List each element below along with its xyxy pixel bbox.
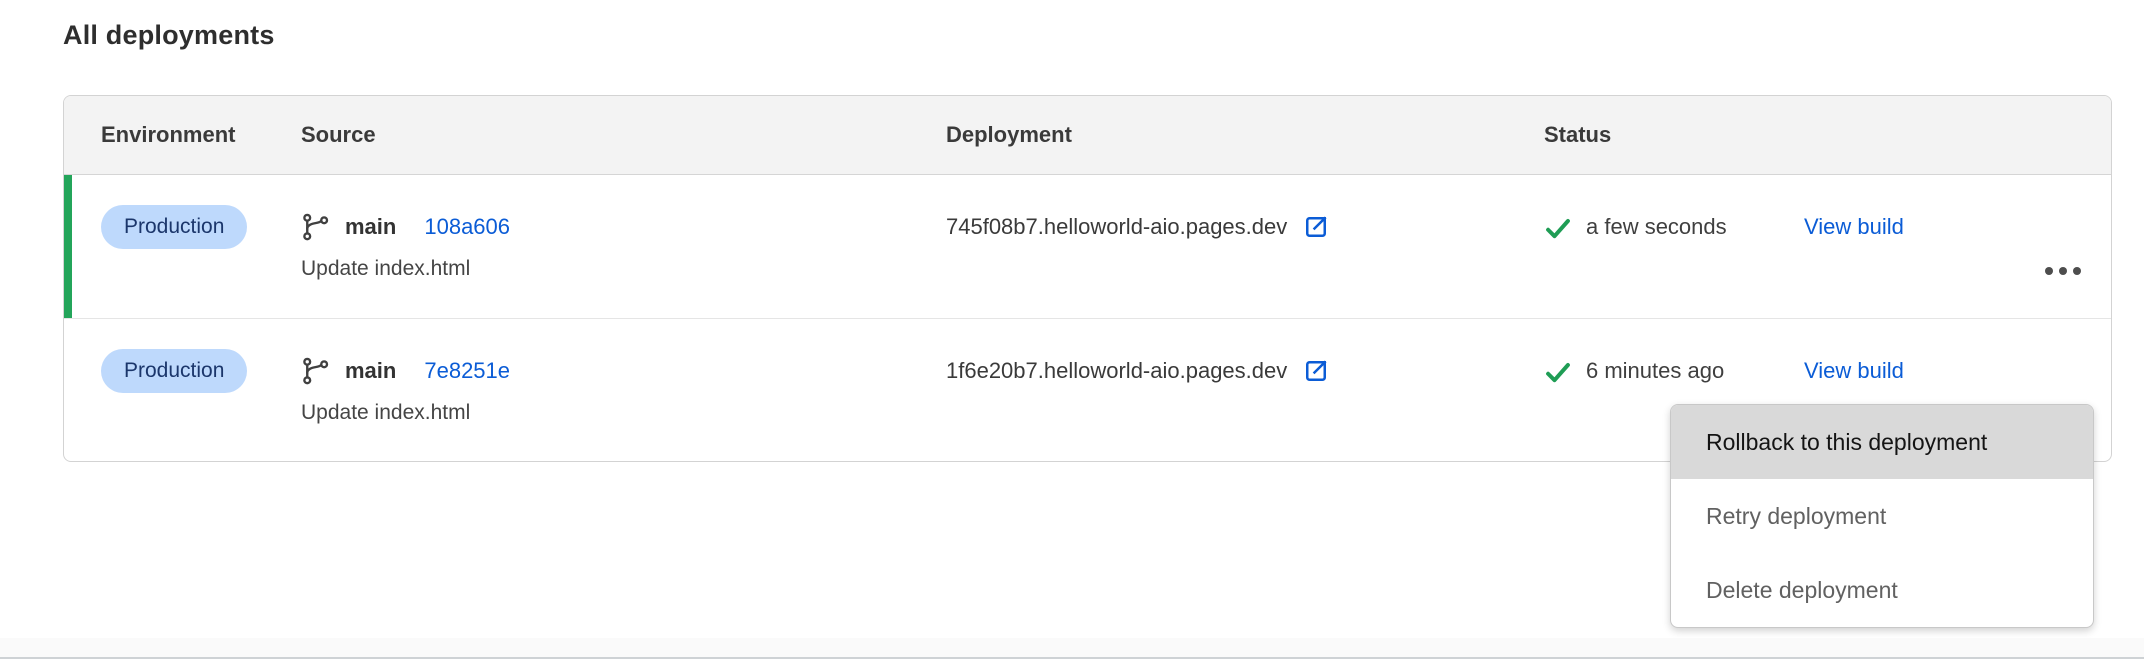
menu-item-retry[interactable]: Retry deployment bbox=[1671, 479, 2093, 553]
source-cell: main 108a606 Update index.html bbox=[301, 175, 946, 318]
deployment-url: 1f6e20b7.helloworld-aio.pages.dev bbox=[946, 353, 1287, 389]
row-actions-cell bbox=[2014, 175, 2111, 318]
source-cell: main 7e8251e Update index.html bbox=[301, 319, 946, 462]
environment-cell: Production bbox=[64, 319, 301, 462]
branch-name: main bbox=[345, 209, 396, 245]
environment-badge: Production bbox=[101, 205, 247, 249]
deployment-actions-menu: Rollback to this deployment Retry deploy… bbox=[1670, 404, 2094, 628]
column-header-status: Status bbox=[1544, 96, 1804, 174]
external-link-icon[interactable] bbox=[1301, 356, 1331, 386]
column-header-environment: Environment bbox=[64, 96, 301, 174]
commit-link[interactable]: 108a606 bbox=[424, 209, 510, 245]
commit-message: Update index.html bbox=[301, 399, 946, 427]
commit-message: Update index.html bbox=[301, 255, 946, 283]
column-header-deployment: Deployment bbox=[946, 96, 1544, 174]
commit-link[interactable]: 7e8251e bbox=[424, 353, 510, 389]
environment-badge: Production bbox=[101, 349, 247, 393]
view-build-link[interactable]: View build bbox=[1804, 214, 1904, 239]
deployment-cell: 745f08b7.helloworld-aio.pages.dev bbox=[946, 175, 1544, 318]
git-branch-icon bbox=[301, 212, 331, 242]
current-deployment-indicator bbox=[64, 175, 72, 318]
section-divider bbox=[0, 638, 2144, 659]
branch-name: main bbox=[345, 353, 396, 389]
page-title: All deployments bbox=[63, 20, 275, 51]
menu-item-delete[interactable]: Delete deployment bbox=[1671, 553, 2093, 627]
status-text: a few seconds bbox=[1586, 209, 1727, 245]
column-header-source: Source bbox=[301, 96, 946, 174]
environment-cell: Production bbox=[64, 175, 301, 318]
check-icon bbox=[1544, 214, 1572, 242]
deployment-cell: 1f6e20b7.helloworld-aio.pages.dev bbox=[946, 319, 1544, 462]
table-row: Production main 108a606 Update index.htm… bbox=[64, 175, 2111, 319]
external-link-icon[interactable] bbox=[1301, 212, 1331, 242]
deployment-url: 745f08b7.helloworld-aio.pages.dev bbox=[946, 209, 1287, 245]
status-text: 6 minutes ago bbox=[1586, 353, 1724, 389]
table-header-row: Environment Source Deployment Status bbox=[64, 96, 2111, 175]
ellipsis-icon[interactable] bbox=[2037, 223, 2089, 318]
status-cell: a few seconds bbox=[1544, 175, 1804, 318]
view-build-cell: View build bbox=[1804, 175, 2014, 318]
view-build-link[interactable]: View build bbox=[1804, 358, 1904, 383]
check-icon bbox=[1544, 358, 1572, 386]
git-branch-icon bbox=[301, 356, 331, 386]
menu-item-rollback[interactable]: Rollback to this deployment bbox=[1671, 405, 2093, 479]
